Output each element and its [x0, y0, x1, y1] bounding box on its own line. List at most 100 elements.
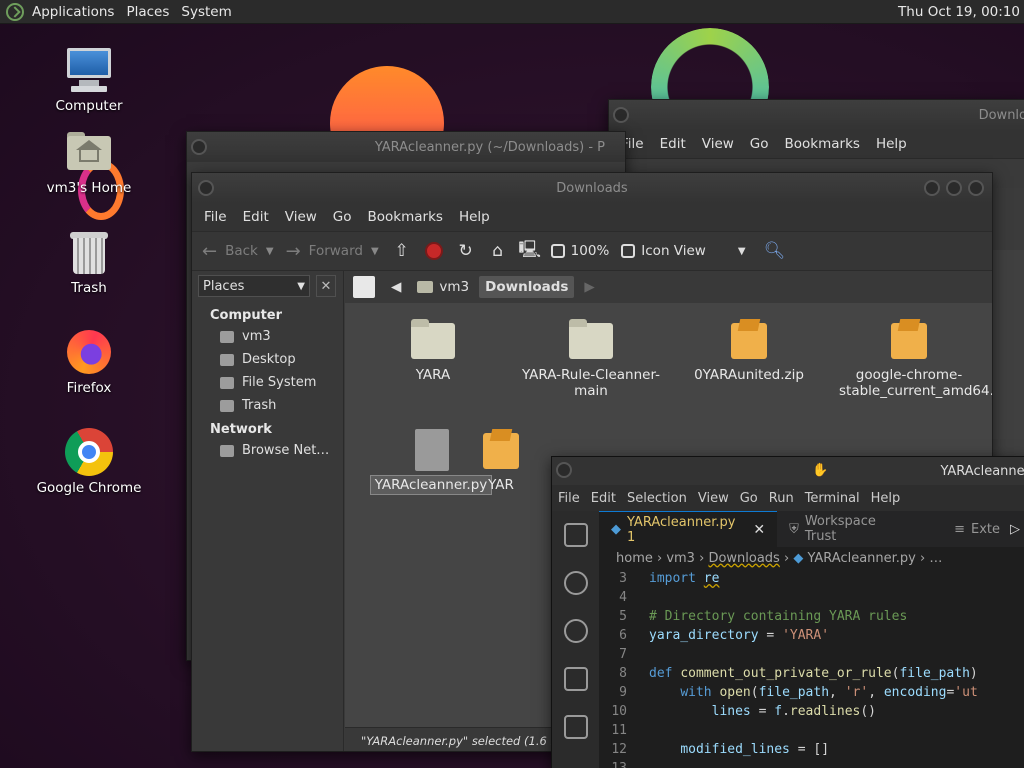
breadcrumb-current[interactable]: Downloads: [479, 276, 575, 298]
file-item[interactable]: YAR: [471, 429, 531, 493]
tab-workspace-trust[interactable]: ⛨ Workspace Trust: [777, 511, 920, 547]
zoom-level: 100%: [570, 243, 610, 259]
search-icon[interactable]: 🔍︎: [764, 240, 786, 262]
search-icon[interactable]: [563, 571, 588, 595]
sidebar-item-filesystem[interactable]: File System: [192, 369, 343, 392]
menu-edit[interactable]: Edit: [591, 491, 616, 506]
menu-applications[interactable]: Applications: [32, 4, 114, 20]
menu-view[interactable]: View: [285, 209, 317, 225]
view-mode-select[interactable]: Icon View ▼: [621, 243, 746, 259]
menu-bookmarks[interactable]: Bookmarks: [368, 209, 443, 225]
close-sidebar-button[interactable]: ✕: [316, 275, 336, 297]
extensions-icon[interactable]: [563, 715, 588, 739]
desktop-icon-label: Computer: [55, 98, 123, 114]
desktop-icon-trash[interactable]: Trash: [34, 228, 144, 296]
breadcrumb-right-icon[interactable]: ▶: [578, 276, 600, 298]
menu-file[interactable]: File: [204, 209, 227, 225]
menu-edit[interactable]: Edit: [660, 136, 686, 152]
list-icon: ≡: [954, 521, 965, 537]
menu-go[interactable]: Go: [750, 136, 769, 152]
menu-view[interactable]: View: [702, 136, 734, 152]
window-menu-icon[interactable]: [191, 139, 207, 155]
window-menu-icon[interactable]: [613, 107, 629, 123]
menu-terminal[interactable]: Terminal: [805, 491, 860, 506]
breadcrumb-item[interactable]: home: [616, 551, 653, 566]
sidebar-item-label: Browse Net…: [242, 443, 330, 458]
code-line: 6 yara_directory = 'YARA': [619, 628, 830, 643]
home-icon[interactable]: ⌂: [487, 240, 509, 262]
breadcrumb-left-icon[interactable]: ◀: [385, 276, 407, 298]
menu-help[interactable]: Help: [459, 209, 490, 225]
network-icon: [220, 444, 234, 457]
window-menu-icon[interactable]: [556, 462, 572, 478]
menu-go[interactable]: Go: [740, 491, 758, 506]
view-mode-icon: [621, 244, 636, 258]
menu-run[interactable]: Run: [769, 491, 794, 506]
menu-go[interactable]: Go: [333, 209, 352, 225]
breadcrumb-item[interactable]: vm3: [666, 551, 695, 566]
desktop-icon-chrome[interactable]: Google Chrome: [34, 428, 144, 496]
tab-extensions[interactable]: ≡ Exte ▷: [920, 511, 1024, 547]
sidebar-item-trash[interactable]: Trash: [192, 392, 343, 415]
zoom-control[interactable]: 100%: [550, 243, 610, 259]
breadcrumb-item[interactable]: YARAcleanner.py: [807, 551, 915, 566]
distro-logo-icon[interactable]: [6, 2, 24, 21]
computer-icon[interactable]: 🖳: [518, 240, 541, 262]
back-button[interactable]: ← Back ▼: [202, 241, 274, 262]
up-arrow-icon[interactable]: ⇧: [391, 240, 413, 262]
chevron-down-icon[interactable]: ▼: [266, 246, 274, 257]
breadcrumb-home[interactable]: vm3: [411, 276, 475, 298]
menu-edit[interactable]: Edit: [243, 209, 269, 225]
file-item[interactable]: YARA: [363, 319, 503, 383]
tab-label: Exte: [970, 521, 1000, 537]
sidebar-item-label: File System: [242, 375, 317, 390]
sidebar-item-desktop[interactable]: Desktop: [192, 346, 343, 369]
desktop-icon-home[interactable]: vm3's Home: [34, 128, 144, 196]
menu-system[interactable]: System: [181, 4, 231, 20]
close-tab-icon[interactable]: ✕: [753, 522, 765, 538]
close-icon[interactable]: [968, 180, 984, 196]
tab-label: Workspace Trust: [804, 514, 876, 544]
desktop-icon-firefox[interactable]: Firefox: [34, 328, 144, 396]
code-line: 3 import re: [619, 571, 720, 586]
source-control-icon[interactable]: [563, 619, 588, 643]
menu-selection[interactable]: Selection: [627, 491, 687, 506]
home-icon: [417, 281, 434, 293]
minimize-icon[interactable]: [924, 180, 940, 196]
file-name: YARA: [415, 367, 451, 383]
code-area[interactable]: 3 import re 4 5 # Directory containing YAR…: [599, 569, 1024, 768]
breadcrumb-item[interactable]: Downloads: [708, 551, 779, 566]
menu-view[interactable]: View: [698, 491, 729, 506]
forward-button[interactable]: → Forward ▼: [286, 241, 379, 262]
menu-help[interactable]: Help: [871, 491, 901, 506]
back-arrow-icon: ←: [202, 240, 218, 262]
trash-icon: [65, 228, 113, 276]
edit-location-icon[interactable]: [353, 276, 375, 298]
run-icon[interactable]: ▷: [1010, 522, 1020, 537]
file-item[interactable]: google-chrome-stable_current_amd64.deb: [839, 319, 992, 399]
file-item[interactable]: YARA-Rule-Cleanner-main: [521, 319, 661, 399]
window-menu-icon[interactable]: [198, 180, 214, 196]
maximize-icon[interactable]: [946, 180, 962, 196]
sidebar-item-label: vm3: [242, 329, 271, 344]
code-editor-window[interactable]: ✋ YARAcleanner File Edit Selection View …: [551, 456, 1024, 768]
stop-button[interactable]: [423, 240, 445, 262]
run-debug-icon[interactable]: [563, 667, 588, 691]
sidebar-item-browse-network[interactable]: Browse Net…: [192, 437, 343, 460]
view-mode-label: Icon View: [641, 243, 706, 259]
menu-file[interactable]: File: [558, 491, 580, 506]
places-select[interactable]: Places ▼: [198, 275, 310, 297]
file-item[interactable]: 0YARAunited.zip: [679, 319, 819, 383]
sidebar-item-vm3[interactable]: vm3: [192, 323, 343, 346]
tab-yaracleanner[interactable]: ◆ YARAcleanner.py 1 ✕: [599, 511, 778, 547]
menu-bookmarks[interactable]: Bookmarks: [785, 136, 860, 152]
desktop-icon-computer[interactable]: Computer: [34, 46, 144, 114]
chevron-down-icon[interactable]: ▼: [371, 246, 379, 257]
menu-places[interactable]: Places: [126, 4, 169, 20]
reload-icon[interactable]: ↻: [455, 240, 477, 262]
explorer-icon[interactable]: [563, 523, 588, 547]
clock[interactable]: Thu Oct 19, 00:10: [898, 4, 1020, 20]
trash-icon: [220, 399, 234, 412]
breadcrumb-item[interactable]: …: [929, 551, 942, 566]
menu-help[interactable]: Help: [876, 136, 907, 152]
